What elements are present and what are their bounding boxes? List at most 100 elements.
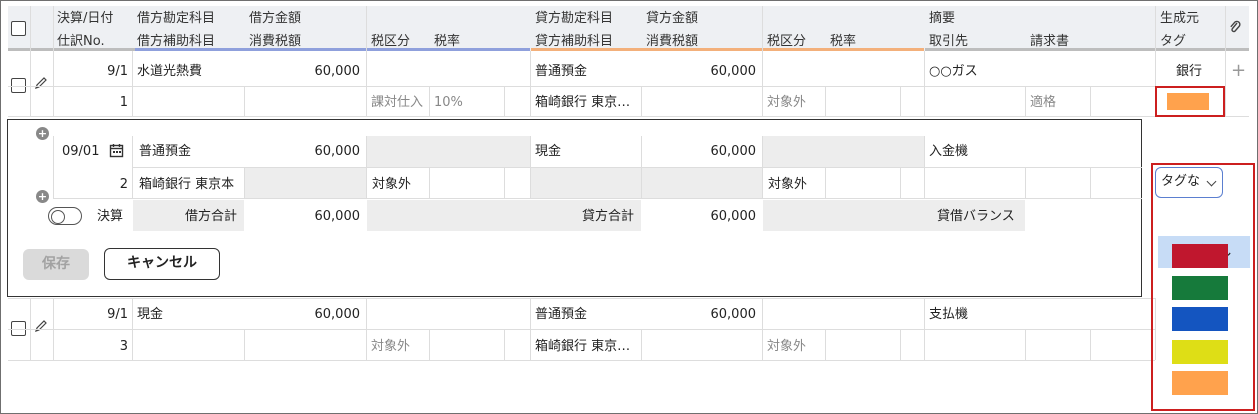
col-sep <box>762 298 763 360</box>
credit-total: 60,000 <box>710 209 757 224</box>
edit-col-sep <box>244 167 245 198</box>
edit-col-sep <box>641 136 642 198</box>
col-sep <box>366 298 367 360</box>
header-credit-account: 貸方勘定科目 <box>535 11 614 26</box>
entry-3-debit-account: 現金 <box>137 307 164 322</box>
header-underline-debit <box>135 48 530 51</box>
highlight-tag-cell <box>1155 86 1225 117</box>
col-sep <box>924 298 925 360</box>
save-button[interactable]: 保存 <box>23 249 89 280</box>
edit-debit-tax-disabled <box>245 168 366 198</box>
col-sep <box>825 86 826 116</box>
edit-row-divider <box>53 198 1142 199</box>
header-partner: 取引先 <box>929 34 969 49</box>
edit-credit-account[interactable]: 現金 <box>535 145 561 158</box>
header-underline-credit <box>531 48 924 51</box>
entry-3-no: 3 <box>119 339 128 354</box>
col-sep <box>504 329 505 360</box>
header-debit-amount: 借方金額 <box>249 11 302 26</box>
header-debit-account: 借方勘定科目 <box>137 11 216 26</box>
entry-1-source: 銀行 <box>1176 64 1203 79</box>
add-line-above-icon[interactable]: + <box>36 127 49 140</box>
col-sep <box>825 329 826 360</box>
header-debit-tax-rate: 税率 <box>434 34 461 49</box>
entry-3-credit-account: 普通預金 <box>535 307 588 322</box>
debit-total-label: 借方合計 <box>185 209 238 224</box>
header-invoice: 請求書 <box>1030 34 1070 49</box>
edit-debit-sub[interactable]: 箱崎銀行 東京本 <box>139 178 234 191</box>
col-sep <box>641 329 642 360</box>
col-sep <box>762 51 763 116</box>
col-sep <box>1090 86 1091 116</box>
header-debit-sub: 借方補助科目 <box>137 34 216 49</box>
entry-3-credit-tax-class: 対象外 <box>767 339 807 354</box>
col-sep <box>366 51 367 116</box>
calendar-icon[interactable] <box>109 143 124 158</box>
entry-3-credit-sub: 箱崎銀行 東京… <box>535 339 631 354</box>
col-sep <box>244 329 245 360</box>
header-tag: タグ <box>1160 34 1187 49</box>
col-sep <box>53 298 54 360</box>
edit-col-sep <box>1090 167 1091 198</box>
entry-3-credit-amount: 60,000 <box>710 307 757 322</box>
edit-summary[interactable]: 入金機 <box>929 145 968 158</box>
edit-col-sep <box>530 136 531 198</box>
header-sep <box>53 6 54 51</box>
edit-debit-tax-class[interactable]: 対象外 <box>372 178 411 191</box>
col-sep <box>132 51 133 116</box>
add-row-icon[interactable]: + <box>1231 62 1246 80</box>
header-debit-tax-class: 税区分 <box>371 34 411 49</box>
row-divider <box>8 116 1249 117</box>
entry-3-summary: 支払機 <box>929 307 969 322</box>
header-sep <box>1155 6 1156 51</box>
edit-credit-sub-disabled <box>531 168 762 198</box>
header-credit-tax: 消費税額 <box>646 34 699 49</box>
entry-1-debit-tax-class: 課対仕入 <box>371 95 424 110</box>
row-divider <box>8 86 1155 87</box>
edit-col-sep <box>1025 167 1026 198</box>
col-sep <box>30 298 31 360</box>
kessan-label: 決算 <box>97 209 124 224</box>
header-credit-sub: 貸方補助科目 <box>535 34 614 49</box>
entry-1-credit-tax-class: 対象外 <box>767 95 807 110</box>
header-date: 決算/日付 <box>57 11 114 26</box>
edit-credit-tax-class[interactable]: 対象外 <box>768 178 807 191</box>
col-sep <box>1090 329 1091 360</box>
col-sep <box>641 86 642 116</box>
header-credit-tax-class: 税区分 <box>767 34 807 49</box>
pencil-icon[interactable] <box>34 319 48 333</box>
edit-debit-amount[interactable]: 60,000 <box>250 145 361 158</box>
header-sep <box>762 6 763 51</box>
col-sep <box>53 51 54 116</box>
edit-col-sep <box>366 136 367 198</box>
col-sep <box>530 298 531 360</box>
add-line-below-icon[interactable]: + <box>36 190 49 203</box>
entry-1-invoice: 適格 <box>1030 95 1057 110</box>
row-divider <box>8 360 1155 361</box>
header-entry-no: 仕訳No. <box>57 34 105 49</box>
kessan-toggle[interactable] <box>48 207 82 225</box>
header-underline-right <box>925 48 1249 51</box>
header-summary: 摘要 <box>929 11 956 26</box>
header-sep <box>1225 6 1226 51</box>
col-sep <box>30 51 31 116</box>
edit-no: 2 <box>119 177 128 192</box>
edit-col-sep <box>429 167 430 198</box>
header-sep <box>30 6 31 51</box>
edit-debit-account[interactable]: 普通預金 <box>139 145 191 158</box>
edit-credit-amount[interactable]: 60,000 <box>646 145 757 158</box>
select-all-checkbox[interactable] <box>11 21 26 36</box>
edit-credit-empty <box>763 136 924 167</box>
edit-col-sep <box>900 167 901 198</box>
cancel-button[interactable]: キャンセル <box>104 248 220 280</box>
pencil-icon[interactable] <box>34 76 48 90</box>
header-debit-tax: 消費税額 <box>249 34 302 49</box>
highlight-tag-dropdown <box>1151 163 1255 411</box>
edit-date[interactable]: 09/01 <box>62 145 99 158</box>
edit-col-sep <box>53 136 54 198</box>
debit-total: 60,000 <box>314 209 361 224</box>
edit-col-sep <box>132 136 133 198</box>
header-source: 生成元 <box>1160 11 1200 26</box>
row-divider <box>8 298 1155 299</box>
entry-1-date: 9/1 <box>107 64 128 79</box>
